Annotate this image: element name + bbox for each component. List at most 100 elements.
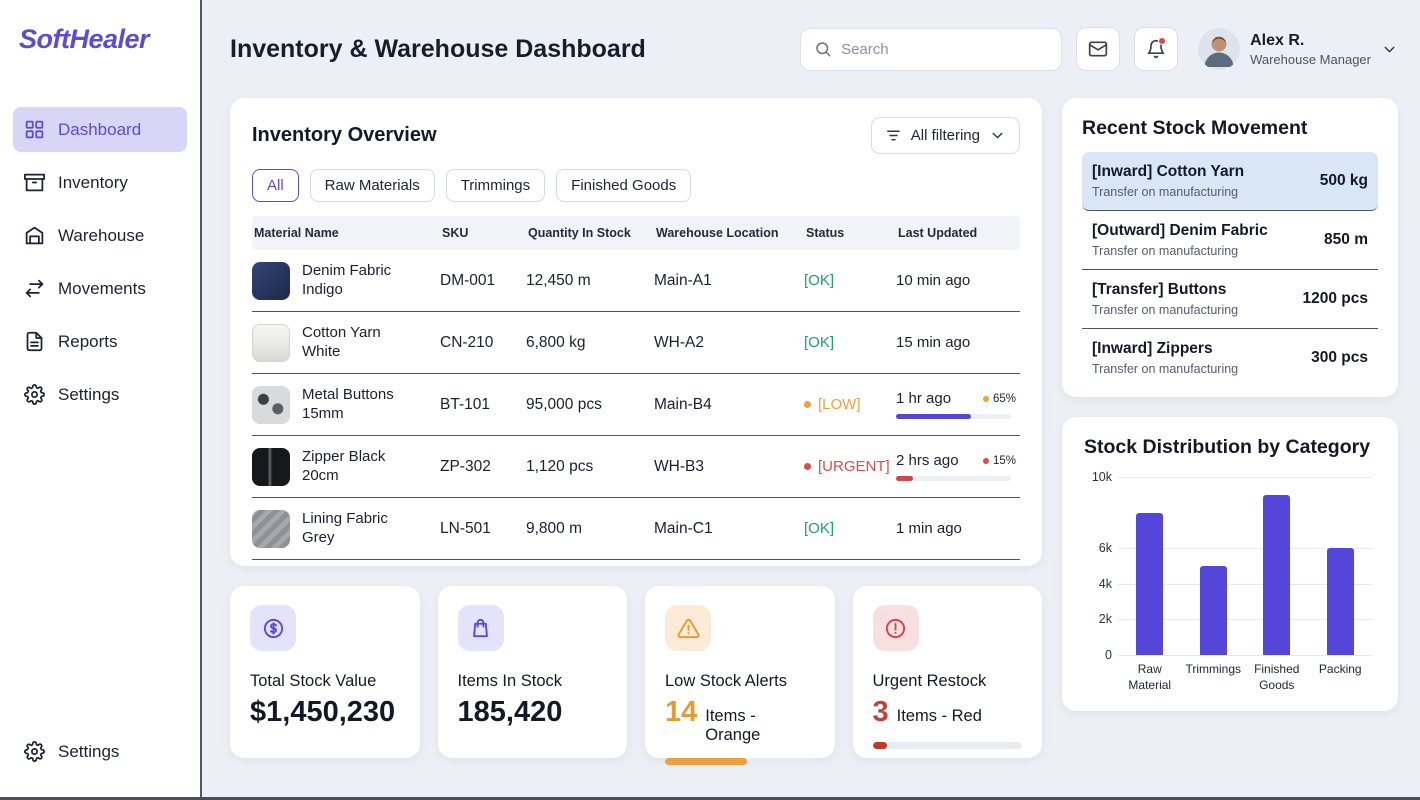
chart-title: Stock Distribution by Category — [1084, 436, 1376, 459]
stat-progress — [665, 758, 815, 765]
sidebar-item-movements[interactable]: Movements — [13, 266, 187, 311]
filter-button-label: All filtering — [911, 127, 980, 144]
table-row[interactable]: Cotton Yarn White CN-2106,800 kgWH-A2[OK]… — [252, 312, 1020, 374]
stock-progress-bar — [896, 476, 1011, 481]
inventory-overview-card: Inventory Overview All filtering AllRaw … — [230, 98, 1042, 566]
bar-chart: 10k6k4k2k0 — [1118, 477, 1372, 655]
sidebar-item-settings[interactable]: Settings — [13, 372, 187, 417]
movement-item[interactable]: [Outward] Denim FabricTransfer on manufa… — [1082, 211, 1378, 270]
mail-icon — [1088, 39, 1108, 59]
sidebar-item-label: Movements — [58, 279, 146, 299]
movement-item[interactable]: [Transfer] Buttons Transfer on manufactur… — [1082, 270, 1378, 329]
warehouse-location-value: Main-C1 — [654, 520, 804, 538]
warehouse-location-value: WH-B3 — [654, 458, 804, 476]
material-thumbnail — [252, 262, 290, 300]
warehouse-location-value: Main-B4 — [654, 396, 804, 414]
search-box — [800, 28, 1062, 71]
warehouse-location-value: Main-A1 — [654, 272, 804, 290]
x-axis-label: Raw Material — [1118, 662, 1182, 693]
stat-label: Items In Stock — [458, 672, 608, 691]
material-name: Lining Fabric Grey — [302, 510, 418, 548]
sidebar-item-warehouse[interactable]: Warehouse — [13, 213, 187, 258]
sidebar-item-label: Reports — [58, 332, 118, 352]
movement-item[interactable]: [Inward] Cotton YarnTransfer on manufact… — [1082, 152, 1378, 211]
bars-row — [1118, 477, 1372, 655]
box-icon — [24, 172, 45, 193]
movement-item[interactable]: [Inward] ZippersTransfer on manufacturin… — [1082, 329, 1378, 387]
stat-value: 3 — [873, 696, 889, 729]
sku-value: CN-210 — [440, 334, 526, 352]
table-row[interactable]: Lining Fabric GreyLN-5019,800 mMain-C1[O… — [252, 498, 1020, 560]
bag-icon — [458, 605, 504, 651]
status-badge: [OK] — [804, 520, 896, 537]
bar-packing — [1327, 548, 1354, 655]
movement-subtitle: Transfer on manufacturing — [1092, 244, 1268, 258]
material-thumbnail — [252, 324, 290, 362]
filter-button[interactable]: All filtering — [871, 117, 1020, 154]
user-menu[interactable]: Alex R. Warehouse Manager — [1198, 28, 1398, 70]
notifications-button[interactable] — [1134, 27, 1178, 71]
material-name: Cotton Yarn White — [302, 324, 418, 362]
sidebar-nav: Dashboard Inventory Warehouse Movements Repo… — [13, 107, 187, 425]
last-updated: 15 min ago — [896, 334, 1020, 351]
x-axis-label: Finished Goods — [1245, 662, 1309, 693]
table-row[interactable]: Denim Fabric IndigoDM-00112,450 mMain-A1… — [252, 250, 1020, 312]
stat-suffix: Items - Orange — [705, 707, 814, 745]
material-thumbnail — [252, 386, 290, 424]
status-badge: [OK] — [804, 334, 896, 351]
filter-chip-all[interactable]: All — [252, 169, 299, 202]
report-icon — [24, 331, 45, 352]
material-thumbnail — [252, 448, 290, 486]
filter-chip-finished-goods[interactable]: Finished Goods — [556, 169, 691, 202]
sku-value: LN-501 — [440, 520, 526, 538]
bar-raw-material — [1136, 513, 1163, 655]
warning-icon — [665, 605, 711, 651]
sidebar-item-inventory[interactable]: Inventory — [13, 160, 187, 205]
warehouse-location-value: WH-A2 — [654, 334, 804, 352]
quantity-value: 1,120 pcs — [526, 458, 654, 476]
movement-amount: 300 pcs — [1311, 349, 1368, 367]
material-name: Metal Buttons 15mm — [302, 386, 418, 424]
category-chips: All Raw Materials Trimmings Finished Goods — [252, 169, 1020, 202]
stat-card-items-in-stock: Items In Stock185,420 — [438, 586, 628, 758]
avatar — [1198, 28, 1240, 70]
movement-amount: 1200 pcs — [1303, 290, 1369, 308]
mail-button[interactable] — [1076, 27, 1120, 71]
table-header: Material NameSKUQuantity In StockWarehou… — [252, 216, 1020, 250]
search-icon — [814, 40, 832, 58]
stat-value: $1,450,230 — [250, 696, 395, 729]
x-axis-label: Trimmings — [1182, 662, 1246, 693]
status-badge: [URGENT] — [804, 458, 896, 475]
table-row[interactable]: Zipper Black 20cmZP-3021,120 pcsWH-B3[UR… — [252, 436, 1020, 498]
gear-icon — [24, 741, 45, 762]
movement-title: [Inward] Cotton Yarn — [1092, 163, 1244, 181]
quantity-value: 12,450 m — [526, 272, 654, 290]
column-header: Material Name — [252, 226, 440, 240]
gridline — [1118, 655, 1372, 656]
sidebar-footer-label: Settings — [58, 742, 119, 762]
last-updated: 1 min ago — [896, 520, 1020, 537]
filter-chip-trimmings[interactable]: Trimmings — [446, 169, 545, 202]
sku-value: BT-101 — [440, 396, 526, 414]
movements-title: Recent Stock Movement — [1082, 117, 1378, 140]
sidebar-item-reports[interactable]: Reports — [13, 319, 187, 364]
table-row[interactable]: Metal Buttons 15mmBT-10195,000 pcsMain-B… — [252, 374, 1020, 436]
status-dot — [804, 463, 811, 470]
movement-title: [Transfer] Buttons — [1092, 281, 1238, 299]
sidebar-item-settings-footer[interactable]: Settings — [13, 729, 187, 774]
column-header: Quantity In Stock — [526, 226, 654, 240]
filter-chip-raw-materials[interactable]: Raw Materials — [310, 169, 435, 202]
sidebar-item-label: Inventory — [58, 173, 128, 193]
sku-value: ZP-302 — [440, 458, 526, 476]
column-header: Last Updated — [896, 226, 1020, 240]
quantity-value: 6,800 kg — [526, 334, 654, 352]
gear-icon — [24, 384, 45, 405]
inventory-table: Denim Fabric IndigoDM-00112,450 mMain-A1… — [252, 250, 1020, 560]
movement-subtitle: Transfer on manufacturing — [1092, 303, 1238, 317]
bar-trimmings — [1200, 566, 1227, 655]
column-header: Status — [804, 226, 896, 240]
search-input[interactable] — [841, 41, 1048, 58]
sidebar-item-dashboard[interactable]: Dashboard — [13, 107, 187, 152]
movement-amount: 500 kg — [1320, 172, 1368, 190]
movement-amount: 850 m — [1324, 231, 1368, 249]
